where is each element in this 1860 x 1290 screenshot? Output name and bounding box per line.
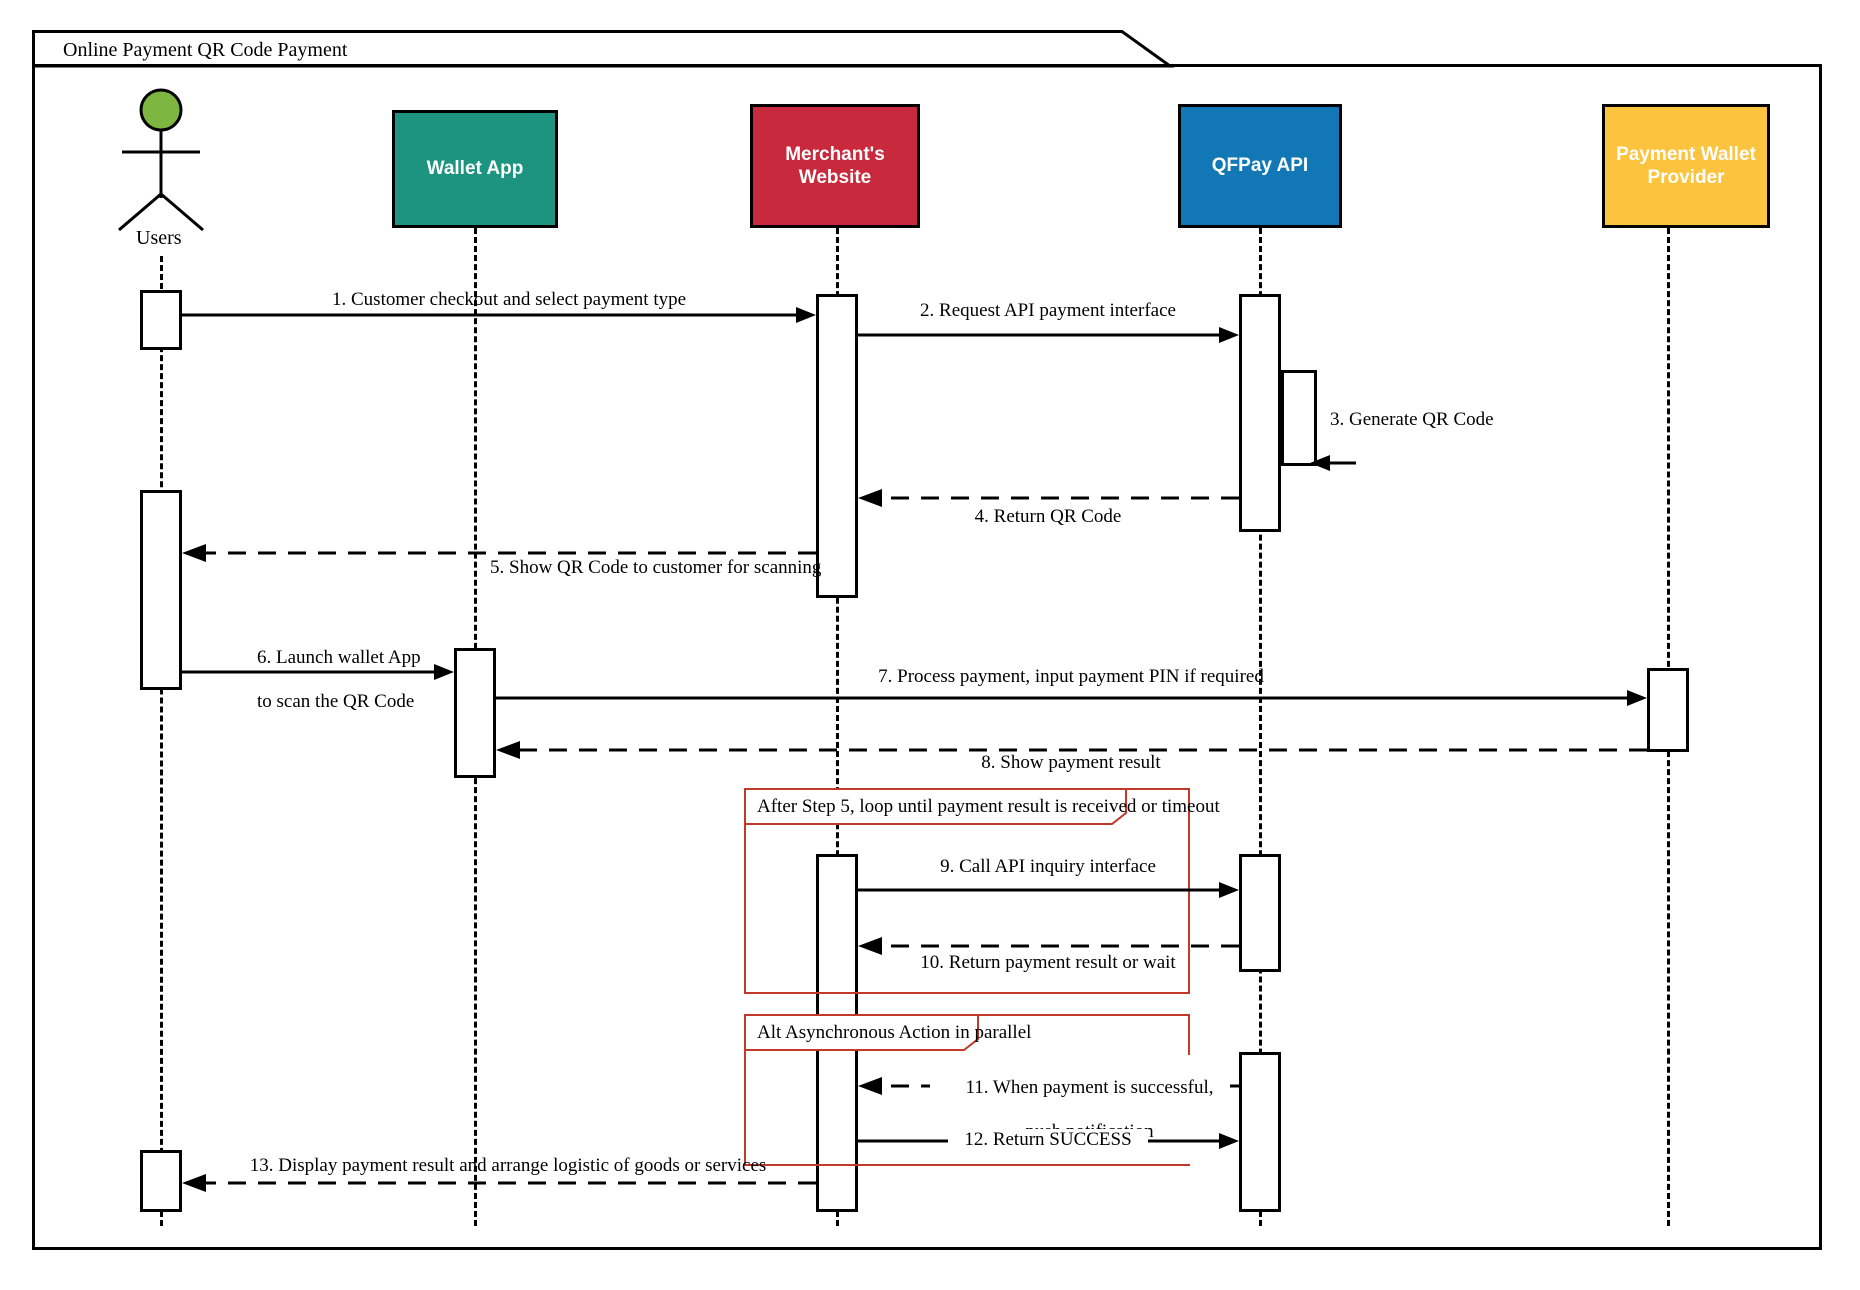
- participant-wallet-app[interactable]: Wallet App: [392, 110, 558, 228]
- message-5-label: 5. Show QR Code to customer for scanning: [490, 557, 822, 578]
- message-6-label-line1: 6. Launch wallet App: [257, 646, 421, 668]
- message-10-label: 10. Return payment result or wait: [920, 952, 1176, 973]
- participant-wallet-app-label: Wallet App: [426, 158, 524, 180]
- message-4-label: 4. Return QR Code: [974, 506, 1122, 527]
- fragment-alt-label: Alt Asynchronous Action in parallel: [757, 1022, 1032, 1043]
- message-7-arrow: [496, 690, 1647, 706]
- fragment-loop-label: After Step 5, loop until payment result …: [757, 796, 1220, 817]
- activation-qfpay-3: [1239, 1052, 1281, 1212]
- activation-users-2: [140, 490, 182, 690]
- participant-payment-wallet-provider[interactable]: Payment Wallet Provider: [1602, 104, 1770, 228]
- message-6-label-line2: to scan the QR Code: [257, 690, 415, 712]
- message-3-label: 3. Generate QR Code: [1330, 409, 1494, 430]
- frame-title: Online Payment QR Code Payment: [63, 39, 348, 61]
- message-13-arrow: [182, 1174, 816, 1192]
- actor-users-label: Users: [136, 227, 182, 249]
- message-12-label: 12. Return SUCCESS: [948, 1129, 1148, 1151]
- message-2-label: 2. Request API payment interface: [920, 300, 1176, 321]
- participant-merchant-website[interactable]: Merchant's Website: [750, 104, 920, 228]
- message-3-self-arrow: [1310, 455, 1356, 471]
- message-9-arrow: [858, 882, 1239, 898]
- message-11-label-line1: 11. When payment is successful,: [965, 1076, 1214, 1098]
- activation-users-1: [140, 290, 182, 350]
- message-1-label: 1. Customer checkout and select payment …: [332, 289, 687, 310]
- message-8-label: 8. Show payment result: [981, 752, 1161, 773]
- message-4-arrow: [858, 489, 1239, 507]
- message-13-label: 13. Display payment result and arrange l…: [249, 1155, 767, 1176]
- activation-qfpay-2: [1239, 854, 1281, 972]
- message-2-arrow: [858, 327, 1239, 343]
- message-9-label: 9. Call API inquiry interface: [940, 856, 1156, 877]
- participant-merchant-website-label: Merchant's Website: [785, 143, 885, 188]
- activation-qfpay-1: [1239, 294, 1281, 532]
- message-6-label: 6. Launch wallet App to scan the QR Code: [238, 625, 421, 734]
- activation-users-3: [140, 1150, 182, 1212]
- sequence-diagram-canvas: Online Payment QR Code Payment Users Wal…: [0, 0, 1860, 1290]
- participant-qfpay-api[interactable]: QFPay API: [1178, 104, 1342, 228]
- activation-merchant-1: [816, 294, 858, 598]
- message-7-label: 7. Process payment, input payment PIN if…: [878, 666, 1264, 687]
- participant-qfpay-api-label: QFPay API: [1211, 155, 1309, 177]
- activation-qfpay-self: [1281, 370, 1317, 466]
- activation-wallet-provider-1: [1647, 668, 1689, 752]
- lifeline-users: [160, 256, 163, 1226]
- actor-users: [104, 88, 218, 233]
- activation-wallet-app-1: [454, 648, 496, 778]
- participant-payment-wallet-provider-label: Payment Wallet Provider: [1616, 143, 1756, 188]
